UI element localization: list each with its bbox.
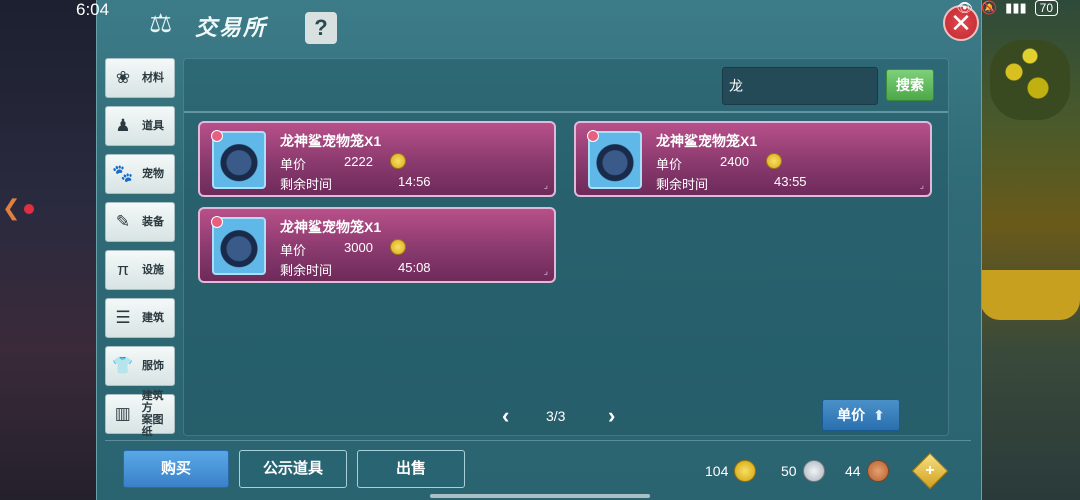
sidebar-item-facilities[interactable]: π 设施	[105, 250, 175, 290]
building-icon: ☰	[115, 308, 131, 327]
time-label: 剩余时间	[280, 263, 333, 278]
left-arrow-icon: ❮	[2, 195, 21, 220]
gold-coin-icon	[766, 153, 782, 169]
listing-price: 3000	[344, 240, 373, 255]
pager: ‹ 3/3 ›	[502, 403, 622, 429]
divider	[184, 111, 948, 113]
sidebar-item-pets[interactable]: 🐾 宠物	[105, 154, 175, 194]
corner-mark-icon: ⌟	[919, 180, 924, 190]
listing-time: 43:55	[774, 174, 807, 189]
sidebar-item-label: 服饰	[142, 360, 164, 372]
sidebar-item-label: 建筑	[142, 312, 164, 324]
paw-icon: 🐾	[112, 164, 134, 183]
gold-coin-icon	[390, 153, 406, 169]
rarity-badge-icon	[211, 130, 223, 142]
rarity-badge-icon	[211, 216, 223, 228]
gold-balance: 104	[705, 460, 757, 482]
sort-label: 单价	[837, 407, 866, 423]
gold-coin-icon	[734, 460, 757, 482]
flowers-decoration	[990, 40, 1070, 120]
sidebar-item-blueprints[interactable]: ▥ 建筑方 案图纸	[105, 390, 175, 438]
listing-card[interactable]: 龙神鲨宠物笼X1 单价 3000 剩余时间 45:08 ⌟	[198, 207, 556, 283]
silver-coin-icon	[802, 460, 825, 482]
notification-dot	[24, 204, 34, 214]
exchange-panel: ⚖ 交易所 ? ✕ ❀ 材料 ♟ 道具 🐾 宠物 ✎ 装备 π 设施 ☰ 建筑	[96, 0, 982, 500]
item-icon: ♟	[115, 116, 131, 135]
sidebar-item-buildings[interactable]: ☰ 建筑	[105, 298, 175, 338]
pet-cage-thumbnail	[587, 130, 642, 189]
time-label: 剩余时间	[280, 177, 333, 192]
public-items-tab-button[interactable]: 公示道具	[239, 450, 347, 488]
corner-mark-icon: ⌟	[543, 266, 548, 276]
game-background-left: ❮	[0, 0, 96, 500]
eye-icon: 👁	[956, 0, 973, 15]
gold-amount: 104	[705, 463, 729, 479]
next-page-icon[interactable]: ›	[608, 403, 615, 429]
status-icons: 👁 🔕 ▮▮▮ 70	[956, 0, 1058, 16]
home-indicator[interactable]	[430, 494, 650, 498]
pet-cage-thumbnail	[211, 130, 266, 189]
sidebar-item-items[interactable]: ♟ 道具	[105, 106, 175, 146]
price-label: 单价	[280, 157, 307, 172]
category-sidebar: ❀ 材料 ♟ 道具 🐾 宠物 ✎ 装备 π 设施 ☰ 建筑 👕 服饰 ▥ 建筑方…	[105, 58, 175, 442]
signal-icon: ▮▮▮	[1005, 0, 1027, 15]
materials-icon: ❀	[115, 68, 131, 87]
bronze-coin-icon	[866, 460, 889, 482]
listing-price: 2222	[344, 154, 373, 169]
price-label: 单价	[280, 243, 307, 258]
time-label: 剩余时间	[656, 177, 709, 192]
search-button[interactable]: 搜索	[886, 69, 934, 101]
mute-icon: 🔕	[980, 0, 998, 15]
sort-arrow-icon: ⬆	[873, 406, 885, 423]
listing-name: 龙神鲨宠物笼X1	[656, 133, 758, 149]
listing-time: 14:56	[398, 174, 431, 189]
sidebar-item-label: 设施	[142, 264, 164, 276]
silver-amount: 50	[781, 463, 797, 479]
page-indicator: 3/3	[546, 408, 566, 424]
corner-mark-icon: ⌟	[543, 180, 548, 190]
buy-tab-button[interactable]: 购买	[123, 450, 229, 488]
sidebar-item-clothing[interactable]: 👕 服饰	[105, 346, 175, 386]
add-currency-button[interactable]: +	[911, 452, 949, 490]
equipment-icon: ✎	[115, 212, 131, 231]
bottom-divider	[105, 440, 971, 441]
bronze-balance: 44	[845, 460, 889, 482]
game-background-right	[980, 0, 1080, 500]
sort-by-price-button[interactable]: 单价 ⬆	[822, 399, 900, 431]
bronze-amount: 44	[845, 463, 861, 479]
listing-card[interactable]: 龙神鲨宠物笼X1 单价 2222 剩余时间 14:56 ⌟	[198, 121, 556, 197]
battery-indicator: 70	[1034, 0, 1058, 16]
status-bar: 6:04 👁 🔕 ▮▮▮ 70	[0, 0, 1080, 19]
facility-icon: π	[117, 260, 129, 279]
listings-area: 搜索 龙神鲨宠物笼X1 单价 2222 剩余时间 14:56 ⌟ 龙神鲨宠物笼X…	[183, 58, 949, 436]
sidebar-item-label: 宠物	[142, 168, 164, 180]
gold-coin-icon	[390, 239, 406, 255]
sidebar-item-label: 建筑方 案图纸	[141, 390, 164, 438]
listing-name: 龙神鲨宠物笼X1	[280, 219, 382, 235]
pet-cage-thumbnail	[211, 216, 266, 275]
sidebar-item-equipment[interactable]: ✎ 装备	[105, 202, 175, 242]
sidebar-item-label: 材料	[142, 72, 164, 84]
sidebar-item-materials[interactable]: ❀ 材料	[105, 58, 175, 98]
sidebar-item-label: 道具	[142, 120, 164, 132]
clothing-icon: 👕	[112, 356, 134, 375]
blueprint-icon: ▥	[114, 404, 131, 423]
plus-icon: +	[925, 462, 935, 479]
listing-time: 45:08	[398, 260, 431, 275]
status-time: 6:04	[76, 0, 110, 19]
search-input[interactable]	[722, 67, 878, 105]
price-label: 单价	[656, 157, 683, 172]
sell-tab-button[interactable]: 出售	[357, 450, 465, 488]
listing-price: 2400	[720, 154, 749, 169]
rarity-badge-icon	[587, 130, 599, 142]
listing-name: 龙神鲨宠物笼X1	[280, 133, 382, 149]
listing-card[interactable]: 龙神鲨宠物笼X1 单价 2400 剩余时间 43:55 ⌟	[574, 121, 932, 197]
silver-balance: 50	[781, 460, 825, 482]
previous-page-icon[interactable]: ‹	[502, 403, 509, 429]
sidebar-item-label: 装备	[142, 216, 164, 228]
pot-decoration	[980, 270, 1080, 320]
